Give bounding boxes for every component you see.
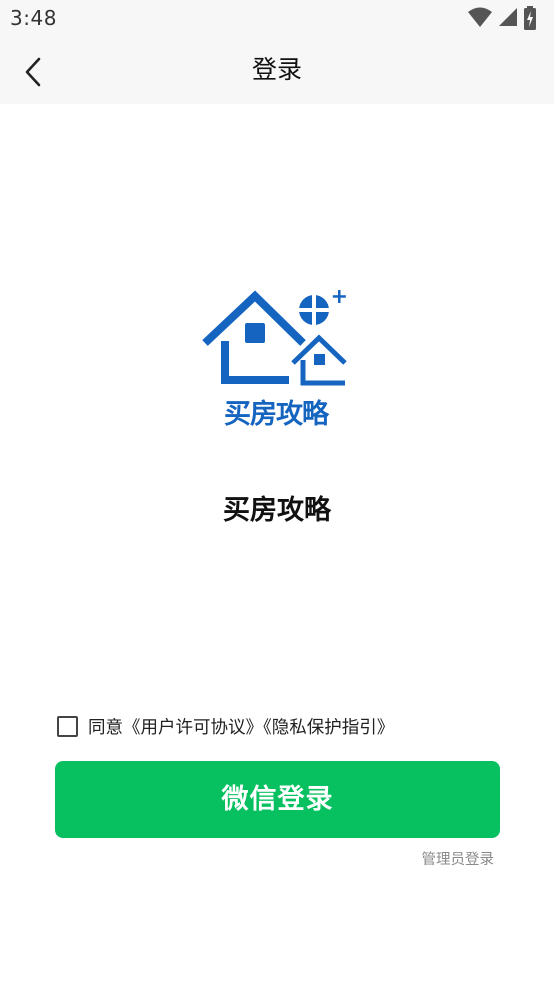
app-logo: 买房攻略 <box>199 285 353 431</box>
svg-text:买房攻略: 买房攻略 <box>224 398 330 429</box>
admin-login-link[interactable]: 管理员登录 <box>422 848 495 869</box>
chevron-left-icon <box>25 57 41 87</box>
status-time: 3:48 <box>10 6 57 30</box>
status-icons <box>466 6 546 30</box>
back-button[interactable] <box>14 52 54 92</box>
battery-charging-icon <box>524 6 536 30</box>
agreement-text[interactable]: 同意《用户许可协议》《隐私保护指引》 <box>88 714 394 739</box>
status-bar: 3:48 <box>0 0 554 36</box>
agreement-checkbox[interactable] <box>57 715 78 737</box>
agreement-row[interactable]: 同意《用户许可协议》《隐私保护指引》 <box>57 713 394 739</box>
app-name: 买房攻略 <box>223 495 331 526</box>
wechat-login-button[interactable]: 微信登录 <box>55 761 500 838</box>
wifi-icon <box>468 7 492 27</box>
page-title: 登录 <box>251 55 302 84</box>
nav-bar: 登录 <box>0 36 554 104</box>
cellular-signal-icon <box>499 8 517 26</box>
